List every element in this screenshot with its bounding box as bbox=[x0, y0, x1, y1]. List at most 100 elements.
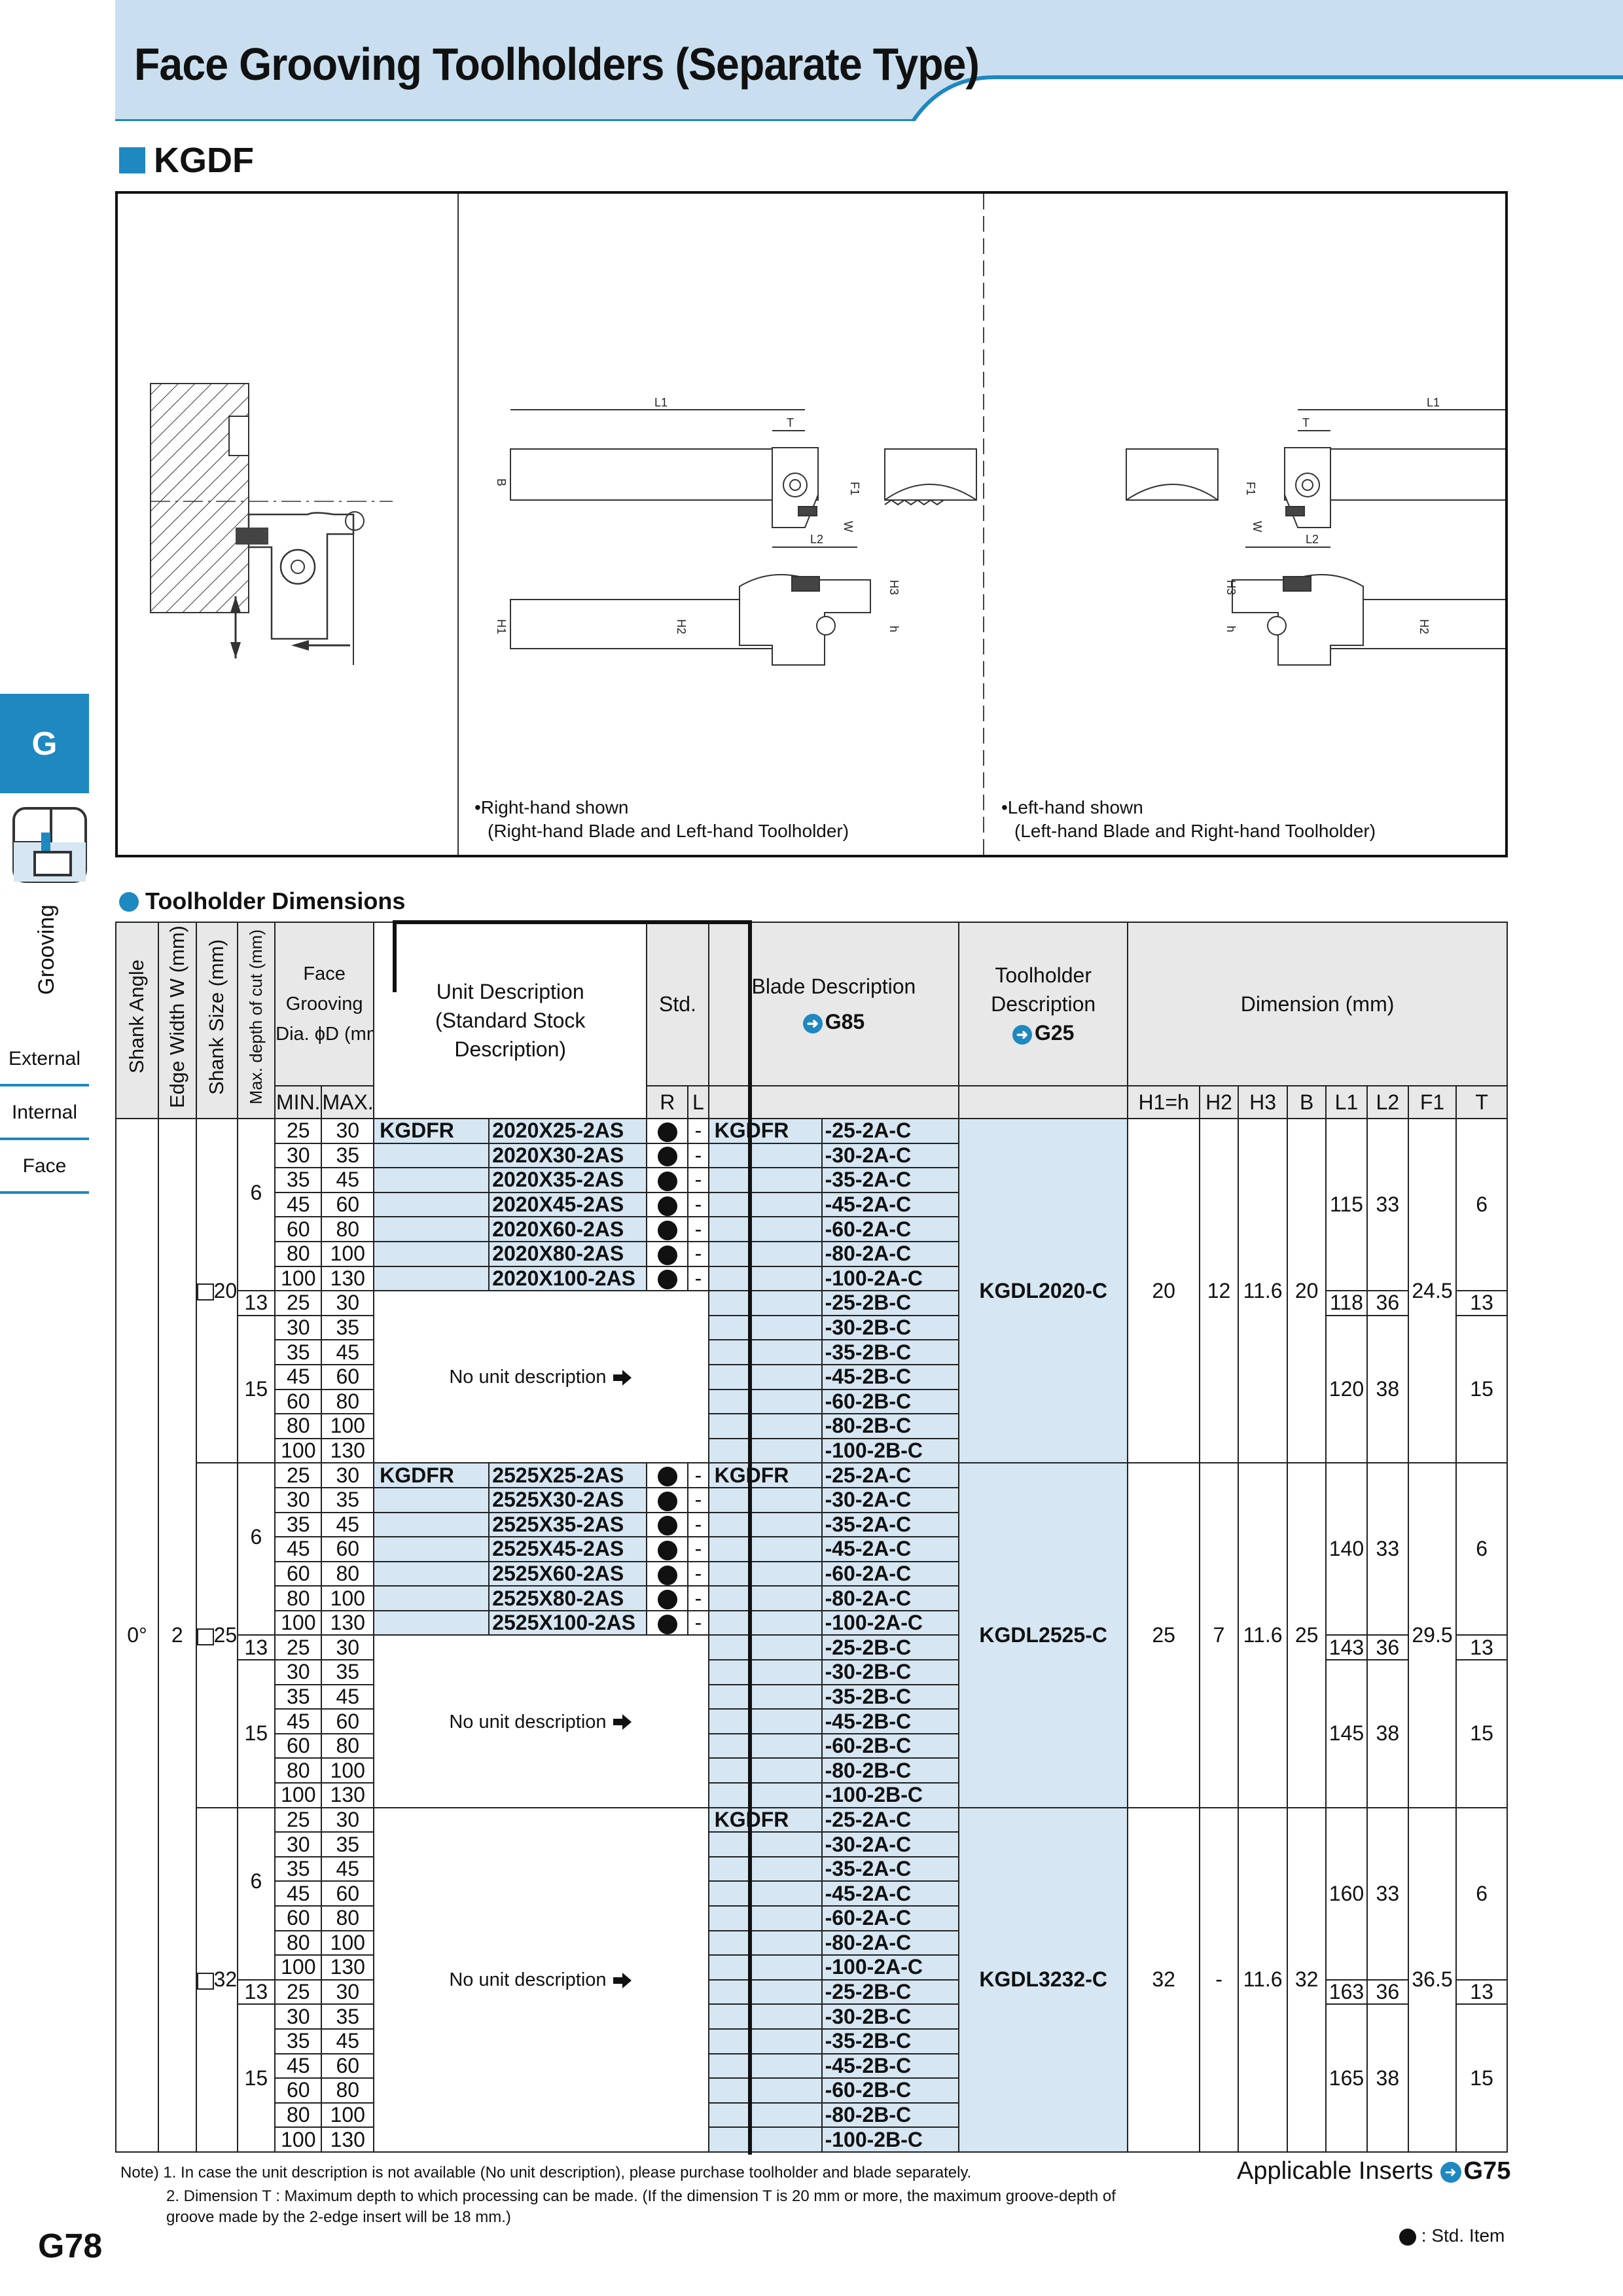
unit-code-cell[interactable]: 2020X35-2AS bbox=[488, 1167, 648, 1193]
dim-l1-cell: 165 bbox=[1325, 2003, 1368, 2153]
dia-max-cell: 100 bbox=[321, 1240, 375, 1267]
dim-l2-cell: 33 bbox=[1366, 1806, 1409, 1981]
blade-code-cell[interactable]: -45-2A-C bbox=[821, 1880, 960, 1907]
blade-code-cell[interactable]: -80-2B-C bbox=[821, 1413, 960, 1439]
toolholder-cell[interactable]: KGDL2525-C bbox=[958, 1462, 1129, 1808]
dim-h1h-cell: 32 bbox=[1127, 1806, 1201, 2153]
sidebar-item-face[interactable]: Face bbox=[0, 1141, 89, 1194]
dia-max-cell: 100 bbox=[321, 1757, 375, 1784]
depth-cell: 6 bbox=[236, 1118, 276, 1266]
blade-code-cell[interactable]: -30-2B-C bbox=[821, 2003, 960, 2030]
blade-code-cell[interactable]: -80-2A-C bbox=[821, 1240, 960, 1267]
sidebar-item-external[interactable]: External bbox=[0, 1034, 89, 1086]
unit-code-cell[interactable]: 2525X30-2AS bbox=[488, 1486, 648, 1513]
dia-min-cell: 100 bbox=[274, 1437, 323, 1464]
blade-code-cell[interactable]: -30-2A-C bbox=[821, 1831, 960, 1857]
header-std: Std. bbox=[646, 922, 709, 1086]
blade-code-cell[interactable]: -60-2B-C bbox=[821, 2077, 960, 2104]
blade-code-cell[interactable]: -45-2B-C bbox=[821, 1363, 960, 1390]
blade-code-cell[interactable]: -25-2A-C bbox=[821, 1806, 960, 1833]
unit-code-cell[interactable]: 2020X100-2AS bbox=[488, 1265, 648, 1292]
dia-max-cell: 35 bbox=[321, 1142, 375, 1169]
blade-code-cell[interactable]: -60-2A-C bbox=[821, 1560, 960, 1587]
unit-code-cell[interactable]: 2525X100-2AS bbox=[488, 1609, 648, 1636]
blade-code-cell[interactable]: -100-2A-C bbox=[821, 1609, 960, 1636]
blade-code-cell[interactable]: -25-2B-C bbox=[821, 1290, 960, 1316]
svg-text:H2: H2 bbox=[675, 619, 688, 634]
blade-code-cell[interactable]: -30-2A-C bbox=[821, 1142, 960, 1169]
unit-prefix-cell bbox=[373, 1486, 490, 1513]
dia-max-cell: 60 bbox=[321, 1880, 375, 1907]
dia-min-cell: 100 bbox=[274, 1954, 323, 1981]
dim-l2-cell: 36 bbox=[1366, 1634, 1409, 1661]
blade-code-cell[interactable]: -35-2B-C bbox=[821, 2028, 960, 2054]
unit-code-cell[interactable]: 2020X25-2AS bbox=[488, 1118, 648, 1144]
blade-code-cell[interactable]: -100-2B-C bbox=[821, 1437, 960, 1464]
blade-code-cell[interactable]: -80-2B-C bbox=[821, 2102, 960, 2128]
dimensions-table-wrapper: Shank Angle Edge Width W (mm) Shank Size… bbox=[115, 922, 1508, 2155]
blade-code-cell[interactable]: -30-2B-C bbox=[821, 1659, 960, 1685]
dim-f1-cell: 29.5 bbox=[1407, 1462, 1457, 1808]
shank-angle-cell: 0° bbox=[115, 1118, 159, 2153]
unit-code-cell[interactable]: 2020X45-2AS bbox=[488, 1191, 648, 1218]
blade-code-cell[interactable]: -35-2A-C bbox=[821, 1511, 960, 1538]
blade-code-cell[interactable]: -30-2B-C bbox=[821, 1314, 960, 1341]
dim-l2-cell: 38 bbox=[1366, 1314, 1409, 1464]
blade-prefix-cell bbox=[707, 2028, 823, 2054]
blade-code-cell[interactable]: -25-2B-C bbox=[821, 1979, 960, 2005]
blade-code-cell[interactable]: -30-2A-C bbox=[821, 1486, 960, 1513]
unit-code-cell[interactable]: 2525X80-2AS bbox=[488, 1585, 648, 1611]
blade-code-cell[interactable]: -60-2B-C bbox=[821, 1388, 960, 1415]
blade-code-cell[interactable]: -45-2A-C bbox=[821, 1536, 960, 1562]
sidebar-item-internal[interactable]: Internal bbox=[0, 1088, 89, 1140]
blade-code-cell[interactable]: -35-2B-C bbox=[821, 1683, 960, 1710]
blade-code-cell[interactable]: -100-2B-C bbox=[821, 2126, 960, 2153]
dim-t-cell: 6 bbox=[1455, 1806, 1508, 1981]
std-r-cell bbox=[646, 1486, 689, 1513]
blade-prefix-cell bbox=[707, 2126, 823, 2153]
applicable-inserts[interactable]: Applicable Inserts ➜ G75 bbox=[1237, 2157, 1510, 2185]
blade-code-cell[interactable]: -45-2A-C bbox=[821, 1191, 960, 1218]
blade-code-cell[interactable]: -25-2A-C bbox=[821, 1462, 960, 1488]
unit-code-cell[interactable]: 2525X25-2AS bbox=[488, 1462, 648, 1488]
blade-code-cell[interactable]: -35-2A-C bbox=[821, 1856, 960, 1882]
shank-size-cell: 25 bbox=[195, 1462, 238, 1808]
left-hand-caption-sub: (Left-hand Blade and Right-hand Toolhold… bbox=[1014, 821, 1376, 841]
blade-code-cell[interactable]: -35-2B-C bbox=[821, 1339, 960, 1365]
blade-code-cell[interactable]: -45-2B-C bbox=[821, 1708, 960, 1734]
blade-code-cell[interactable]: -100-2A-C bbox=[821, 1954, 960, 1981]
blade-code-cell[interactable]: -80-2B-C bbox=[821, 1757, 960, 1784]
dia-max-cell: 45 bbox=[321, 1856, 375, 1882]
toolholder-cell[interactable]: KGDL2020-C bbox=[958, 1117, 1129, 1464]
header-min: MIN. bbox=[274, 1085, 323, 1119]
unit-code-cell[interactable]: 2525X45-2AS bbox=[488, 1536, 648, 1562]
blade-code-cell[interactable]: -25-2A-C bbox=[821, 1118, 960, 1144]
unit-code-cell[interactable]: 2020X30-2AS bbox=[488, 1142, 648, 1169]
svg-text:H3: H3 bbox=[887, 580, 901, 595]
header-t: T bbox=[1455, 1085, 1508, 1119]
sidebar-tab-g[interactable]: G bbox=[0, 694, 89, 793]
blade-code-cell[interactable]: -45-2B-C bbox=[821, 2053, 960, 2079]
dim-b-cell: 20 bbox=[1287, 1117, 1327, 1464]
blade-code-cell[interactable]: -80-2A-C bbox=[821, 1585, 960, 1611]
table-border-accent bbox=[748, 922, 752, 2155]
blade-code-cell[interactable]: -80-2A-C bbox=[821, 1929, 960, 1956]
unit-code-cell[interactable]: 2020X60-2AS bbox=[488, 1216, 648, 1242]
unit-code-cell[interactable]: 2020X80-2AS bbox=[488, 1240, 648, 1267]
unit-code-cell[interactable]: 2525X60-2AS bbox=[488, 1560, 648, 1587]
unit-code-cell[interactable]: 2525X35-2AS bbox=[488, 1511, 648, 1538]
blade-code-cell[interactable]: -60-2A-C bbox=[821, 1216, 960, 1242]
blade-code-cell[interactable]: -35-2A-C bbox=[821, 1167, 960, 1193]
dim-f1-cell: 24.5 bbox=[1407, 1117, 1457, 1464]
blade-code-cell[interactable]: -60-2A-C bbox=[821, 1905, 960, 1931]
std-item-dot-icon bbox=[657, 1491, 677, 1511]
blade-code-cell[interactable]: -60-2B-C bbox=[821, 1732, 960, 1759]
dia-max-cell: 30 bbox=[321, 1806, 375, 1833]
dim-t-cell: 13 bbox=[1455, 1979, 1508, 2005]
blade-prefix-cell bbox=[707, 1363, 823, 1390]
blade-code-cell[interactable]: -25-2B-C bbox=[821, 1634, 960, 1661]
dia-max-cell: 80 bbox=[321, 1216, 375, 1242]
blade-code-cell[interactable]: -100-2A-C bbox=[821, 1265, 960, 1292]
toolholder-cell[interactable]: KGDL3232-C bbox=[958, 1806, 1129, 2153]
blade-code-cell[interactable]: -100-2B-C bbox=[821, 1782, 960, 1808]
